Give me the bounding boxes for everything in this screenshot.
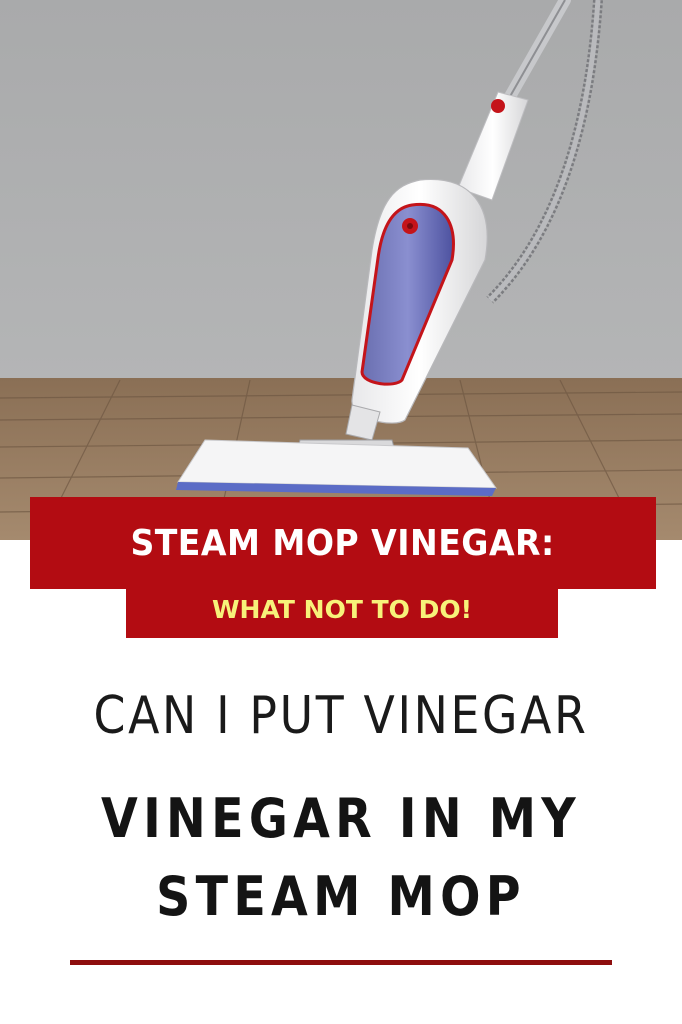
subtitle-banner: WHAT NOT TO DO! <box>126 580 558 638</box>
banner-title: STEAM MOP VINEGAR: <box>130 522 556 564</box>
headline-line-2: STEAM MOP <box>156 865 526 928</box>
headline-line-1: VINEGAR IN MY <box>101 787 581 850</box>
steam-mop-illustration <box>0 0 682 540</box>
banner-subtitle: WHAT NOT TO DO! <box>211 594 472 624</box>
question-text: CAN I PUT VINEGAR <box>93 686 589 746</box>
hero-image <box>0 0 682 540</box>
headline: VINEGAR IN MY STEAM MOP <box>0 780 682 936</box>
title-banner: STEAM MOP VINEGAR: <box>30 497 656 589</box>
divider-rule <box>70 960 612 965</box>
